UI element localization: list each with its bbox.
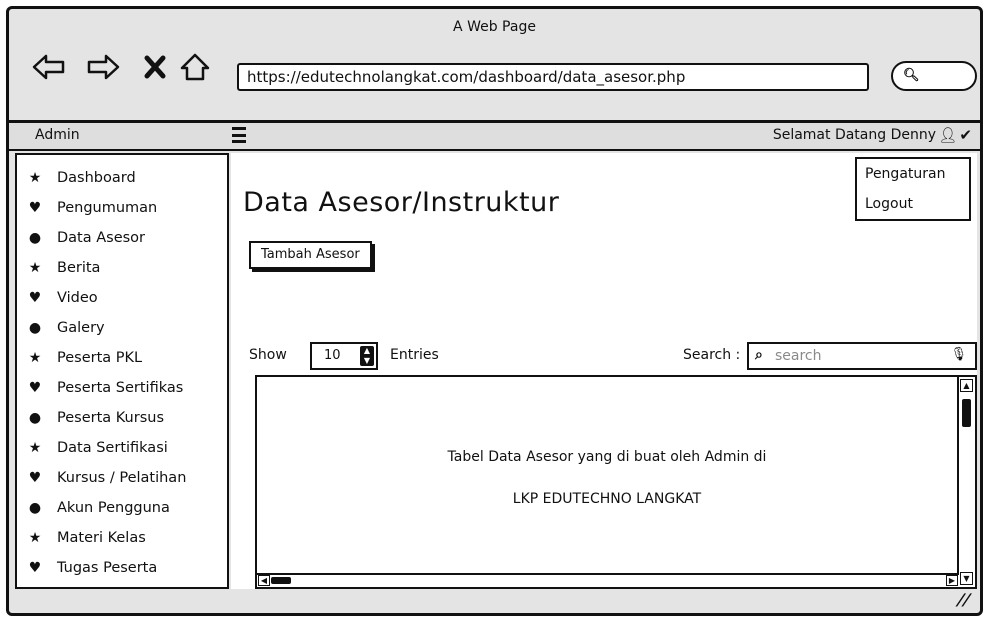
sidebar-item-kursus-pelatihan[interactable]: ♥ Kursus / Pelatihan [17,463,227,493]
microphone-icon[interactable]: 🎙︎ [950,347,967,362]
menu-item-logout[interactable]: Logout [857,189,969,219]
user-menu-toggle[interactable]: 👤︎ ✔︎ [938,126,972,144]
search-icon: 🔍︎ [903,68,920,83]
forward-arrow-icon[interactable] [85,49,121,85]
star-icon: ★ [28,440,42,456]
star-icon: ★ [28,530,42,546]
url-bar[interactable] [237,63,869,91]
admin-label: Admin [35,127,80,143]
star-icon: ★ [28,260,42,276]
circle-icon: ● [28,500,42,516]
star-icon: ★ [28,170,42,186]
search-icon: ⌕ [755,347,763,363]
sidebar-item-label: Data Sertifikasi [57,440,168,456]
scroll-right-icon[interactable]: ▶ [946,575,958,586]
sidebar-item-video[interactable]: ♥ Video [17,283,227,313]
sidebar-item-label: Dashboard [57,170,136,186]
data-table: Tabel Data Asesor yang di buat oleh Admi… [255,375,977,589]
scroll-thumb[interactable] [962,399,971,427]
sidebar: ★ Dashboard ♥ Pengumuman ● Data Asesor ★ Ber… [15,153,229,589]
circle-icon: ● [28,230,42,246]
sidebar-item-peserta-sertifikasi[interactable]: ♥ Peserta Sertifikas [17,373,227,403]
browser-window: A Web Page 🔍︎ Admin Selamat Datang Denny… [6,6,983,616]
browser-search-box[interactable]: 🔍︎ [891,61,977,91]
table-caption-line2: LKP EDUTECHNO LANGKAT [512,491,702,507]
sidebar-item-label: Akun Pengguna [57,500,170,516]
spinner-arrows-icon[interactable]: ▲ ▼ [360,346,374,366]
sidebar-item-label: Video [57,290,98,306]
sidebar-item-data-asesor[interactable]: ● Data Asesor [17,223,227,253]
scroll-up-icon[interactable]: ▲ [960,379,973,392]
entries-stepper[interactable]: 10 ▲ ▼ [310,342,378,370]
close-icon[interactable] [137,49,173,85]
add-asesor-button[interactable]: Tambah Asesor [249,241,372,269]
sidebar-item-label: Materi Kelas [57,530,146,546]
search-input[interactable] [775,346,945,366]
back-arrow-icon[interactable] [31,49,67,85]
sidebar-item-peserta-kursus[interactable]: ● Peserta Kursus [17,403,227,433]
vertical-scrollbar[interactable]: ▲ ▼ [957,377,975,587]
sidebar-item-label: Data Asesor [57,230,146,246]
sidebar-item-label: Peserta Sertifikas [57,380,184,396]
heart-icon: ♥ [28,380,42,396]
resize-handle-icon[interactable]: // [955,590,974,609]
search-label: Search : [683,347,741,363]
circle-icon: ● [28,320,42,336]
user-dropdown-menu: Pengaturan Logout [855,157,971,221]
sidebar-item-galery[interactable]: ● Galery [17,313,227,343]
table-search-box[interactable]: ⌕ 🎙︎ [747,342,977,370]
home-icon[interactable] [177,49,213,85]
user-icon: 👤︎ [938,126,958,144]
sidebar-item-pengumuman[interactable]: ♥ Pengumuman [17,193,227,223]
sidebar-item-tugas-peserta[interactable]: ♥ Tugas Peserta [17,553,227,583]
page-title: Data Asesor/Instruktur [243,187,560,218]
sidebar-item-label: Pengumuman [57,200,158,216]
sidebar-item-data-sertifikasi[interactable]: ★ Data Sertifikasi [17,433,227,463]
app-top-bar: Admin Selamat Datang Denny 👤︎ ✔︎ [9,123,980,151]
table-caption-line1: Tabel Data Asesor yang di buat oleh Admi… [447,449,767,465]
hamburger-menu-icon[interactable] [232,127,246,143]
sidebar-item-label: Kursus / Pelatihan [57,470,187,486]
sidebar-item-label: Tugas Peserta [57,560,158,576]
chevron-down-icon: ✔︎ [959,126,972,144]
scroll-down-icon[interactable]: ▼ [960,572,973,585]
scroll-left-icon[interactable]: ◀ [258,575,270,586]
star-icon: ★ [28,350,42,366]
sidebar-item-materi-kelas[interactable]: ★ Materi Kelas [17,523,227,553]
welcome-text: Selamat Datang Denny [772,127,936,143]
show-label: Show [249,347,287,363]
heart-icon: ♥ [28,200,42,216]
heart-icon: ♥ [28,560,42,576]
horizontal-scrollbar[interactable]: ◀ ▶ [257,573,959,587]
sidebar-item-label: Berita [57,260,101,276]
entries-label: Entries [390,347,439,363]
sidebar-list: ★ Dashboard ♥ Pengumuman ● Data Asesor ★ Ber… [17,155,227,583]
sidebar-item-label: Peserta PKL [57,350,143,366]
sidebar-item-peserta-pkl[interactable]: ★ Peserta PKL [17,343,227,373]
sidebar-item-dashboard[interactable]: ★ Dashboard [17,163,227,193]
sidebar-item-label: Galery [57,320,105,336]
url-input[interactable] [247,68,867,86]
sidebar-item-label: Peserta Kursus [57,410,165,426]
heart-icon: ♥ [28,470,42,486]
sidebar-item-akun-pengguna[interactable]: ● Akun Pengguna [17,493,227,523]
entries-value: 10 [324,348,341,363]
window-title: A Web Page [453,19,536,35]
menu-item-pengaturan[interactable]: Pengaturan [857,159,969,189]
scroll-thumb[interactable] [271,577,291,584]
circle-icon: ● [28,410,42,426]
heart-icon: ♥ [28,290,42,306]
sidebar-item-berita[interactable]: ★ Berita [17,253,227,283]
